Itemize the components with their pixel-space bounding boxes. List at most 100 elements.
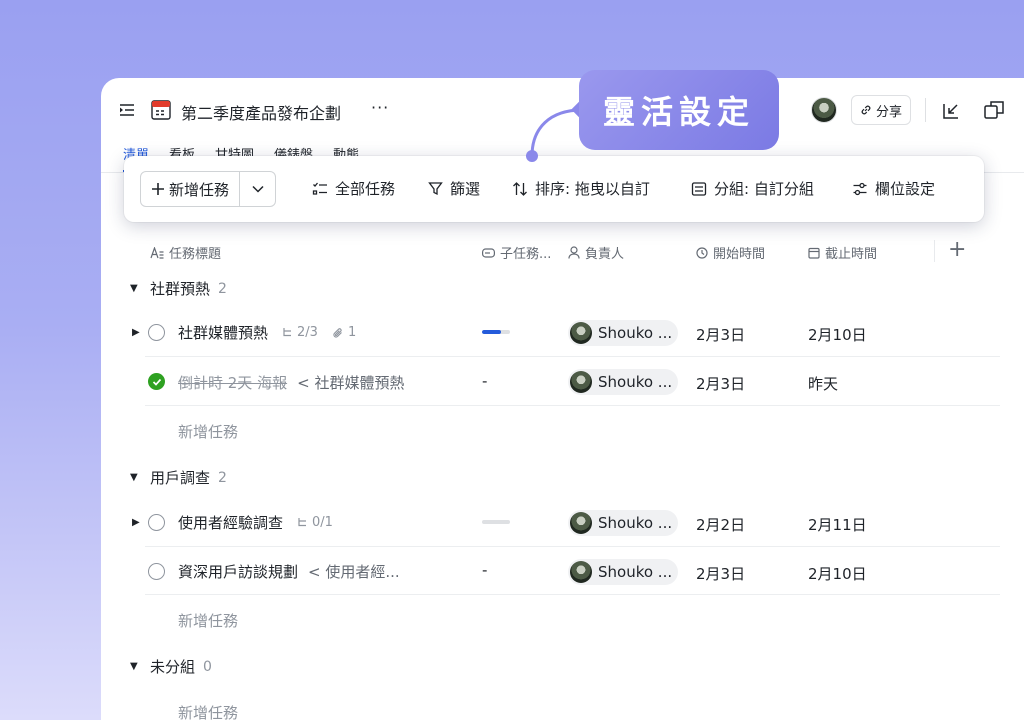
divider [934,240,935,262]
column-header-title-label: 任務標題 [169,247,222,262]
task-checkbox[interactable] [148,563,165,580]
task-checkbox-done[interactable] [148,373,165,390]
field-settings-button[interactable]: 欄位設定 [852,178,935,199]
task-title: 資深用戶訪談規劃 [178,563,299,581]
due-date[interactable]: 2月10日 [808,563,867,584]
settings-sliders-icon [853,182,867,195]
page-title: 第二季度產品發布企劃 [181,104,342,123]
group-button[interactable]: 分組: 自訂分組 [691,178,814,199]
group-header[interactable]: ▼ 社群預熱 2 [130,278,227,299]
share-label: 分享 [875,104,902,120]
new-task-button[interactable]: 新增任務 [141,172,239,206]
start-date[interactable]: 2月3日 [696,373,745,394]
assignee-name: Shouko ... [598,373,673,391]
assignee-chip[interactable]: Shouko ... [568,320,678,346]
due-date[interactable]: 昨天 [808,373,838,394]
add-task-button[interactable]: 新增任務 [178,610,238,631]
collapse-triangle-icon[interactable]: ▼ [130,283,142,294]
divider [145,546,1000,547]
column-header-due[interactable]: 截止時間 [808,243,877,262]
divider [145,356,1000,357]
due-date[interactable]: 2月11日 [808,514,867,535]
group-header[interactable]: ▼ 用戶調查 2 [130,467,227,488]
column-header-subtasks[interactable]: 子任務... [482,243,551,262]
new-task-button-group: 新增任務 [140,171,277,207]
subtask-count-text: 2/3 [297,325,318,340]
collapse-triangle-icon[interactable]: ▼ [130,661,142,672]
add-task-button[interactable]: 新增任務 [178,421,238,442]
column-header-start-label: 開始時間 [713,247,766,262]
more-options-icon[interactable]: ··· [371,98,389,117]
chevron-down-icon [251,185,264,193]
assignee-chip[interactable]: Shouko ... [568,559,678,585]
due-date[interactable]: 2月10日 [808,324,867,345]
parent-task-link[interactable]: < 社群媒體預熱 [297,372,404,393]
column-header-assignee[interactable]: 負責人 [568,243,624,262]
all-tasks-button[interactable]: 全部任務 [312,178,395,199]
expand-subtasks-icon[interactable]: ▶ [132,327,140,338]
check-icon [152,378,161,386]
field-settings-label: 欄位設定 [875,180,936,198]
group-header[interactable]: ▼ 未分組 0 [130,656,212,677]
plus-icon [152,183,164,195]
column-header-due-label: 截止時間 [825,247,878,262]
divider [145,594,1000,595]
avatar [570,512,592,534]
task-list-icon [312,182,327,195]
start-date[interactable]: 2月2日 [696,514,745,535]
group-count: 2 [218,280,227,297]
expand-subtasks-icon[interactable]: ▶ [132,517,140,528]
subtask-progress-bar [482,520,510,524]
all-tasks-label: 全部任務 [335,180,396,198]
subtask-icon [283,328,292,337]
task-checkbox[interactable] [148,324,165,341]
filter-button[interactable]: 篩選 [428,178,480,199]
column-header-start[interactable]: 開始時間 [696,243,765,262]
table-row[interactable]: 倒計時 2天 海報 < 社群媒體預熱 [178,372,404,393]
add-task-button[interactable]: 新增任務 [178,702,238,720]
table-row[interactable]: 資深用戶訪談規劃 < 使用者經... [178,561,400,582]
link-icon [861,105,871,115]
avatar [570,322,592,344]
filter-icon [428,182,443,196]
parent-task-name: 使用者經... [325,563,400,581]
view-toolbar: 新增任務 全部任務 篩選 排序: 拖曳以自訂 分組: 自訂分組 欄位設定 [124,156,984,222]
new-task-label: 新增任務 [169,180,230,199]
sort-button[interactable]: 排序: 拖曳以自訂 [512,178,650,199]
table-row[interactable]: 社群媒體預熱 2/3 1 [178,322,356,343]
filter-label: 篩選 [450,180,481,198]
calendar-doc-icon [151,100,171,120]
subtask-count: 2/3 1 [282,325,356,340]
assignee-name: Shouko ... [598,324,673,342]
parent-task-link[interactable]: < 使用者經... [308,561,400,582]
progress-fill [482,330,501,334]
start-date[interactable]: 2月3日 [696,324,745,345]
share-button[interactable]: 分享 [851,95,911,125]
group-name: 未分組 [150,658,196,676]
collapse-triangle-icon[interactable]: ▼ [130,472,142,483]
add-column-button[interactable]: + [948,239,966,261]
task-checkbox[interactable] [148,514,165,531]
assignee-chip[interactable]: Shouko ... [568,369,678,395]
avatar [570,561,592,583]
group-name: 用戶調查 [150,469,211,487]
subtask-count: 0/1 [297,515,333,530]
subtask-progress-bar [482,330,510,334]
clock-icon [696,246,708,259]
new-task-dropdown[interactable] [239,172,275,206]
sidebar-toggle-icon[interactable] [119,102,135,118]
task-title: 使用者經驗調查 [178,514,284,532]
column-header-title[interactable]: 任務標題 [150,243,221,262]
new-window-icon[interactable] [983,99,1005,121]
sort-icon [513,181,527,196]
group-label: 分組: 自訂分組 [714,180,814,198]
start-date[interactable]: 2月3日 [696,563,745,584]
assignee-chip[interactable]: Shouko ... [568,510,678,536]
task-title: 倒計時 2天 海報 [178,374,288,392]
group-count: 2 [218,469,227,486]
subtask-progress-empty: - [482,372,488,390]
table-row[interactable]: 使用者經驗調查 0/1 [178,512,333,533]
collapse-icon[interactable] [941,101,961,121]
avatar[interactable] [811,97,837,123]
group-name: 社群預熱 [150,280,211,298]
